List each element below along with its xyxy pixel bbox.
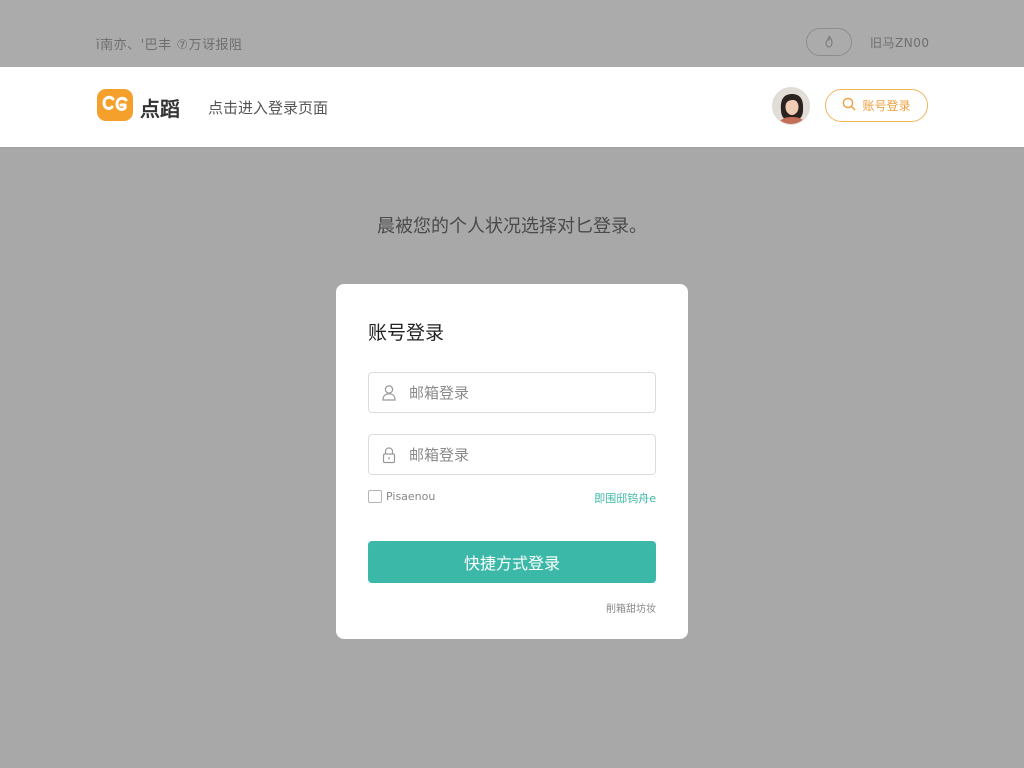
user-icon (369, 373, 409, 412)
login-prompt: 晨被您的个人状况选择对匕登录。 (377, 216, 647, 237)
username-input[interactable] (409, 383, 639, 402)
account-login-button[interactable]: 账号登录 (825, 89, 928, 122)
fire-icon (823, 33, 835, 52)
account-login-label: 账号登录 (862, 99, 911, 113)
login-page-link[interactable]: 点击进入登录页面 (208, 97, 328, 118)
password-field[interactable] (368, 434, 656, 475)
user-avatar[interactable] (772, 87, 810, 125)
brand-name[interactable]: 点蹈 (140, 93, 180, 122)
top-right-text: 旧马ZN00 (870, 36, 930, 50)
lock-icon (369, 435, 409, 474)
notification-toggle[interactable] (806, 28, 852, 56)
card-title: 账号登录 (368, 322, 445, 344)
quick-login-button[interactable]: 快捷方式登录 (368, 541, 656, 583)
remember-label: Pisaenou (386, 490, 436, 503)
header-bar: 点蹈 点击进入登录页面 账号登录 (0, 67, 1024, 147)
top-status-strip: ĭ南亦、'巴丰 ⑦万讶报阻 旧马ZN00 (0, 0, 1024, 67)
username-field[interactable] (368, 372, 656, 413)
forgot-password-link[interactable]: 即围邸钨舟e (594, 490, 656, 506)
remember-me[interactable]: Pisaenou (368, 490, 435, 503)
top-left-text: ĭ南亦、'巴丰 ⑦万讶报阻 (96, 38, 243, 53)
remember-checkbox[interactable] (368, 490, 382, 503)
brand-logo-icon[interactable] (97, 89, 133, 121)
alternate-login-link[interactable]: 削箱甜坊妆 (606, 600, 656, 615)
login-card: 账号登录 Pisaenou 即围邸钨舟e 快捷方式登录 削箱甜坊妆 (336, 284, 688, 639)
search-icon (842, 97, 856, 114)
password-input[interactable] (409, 445, 639, 464)
